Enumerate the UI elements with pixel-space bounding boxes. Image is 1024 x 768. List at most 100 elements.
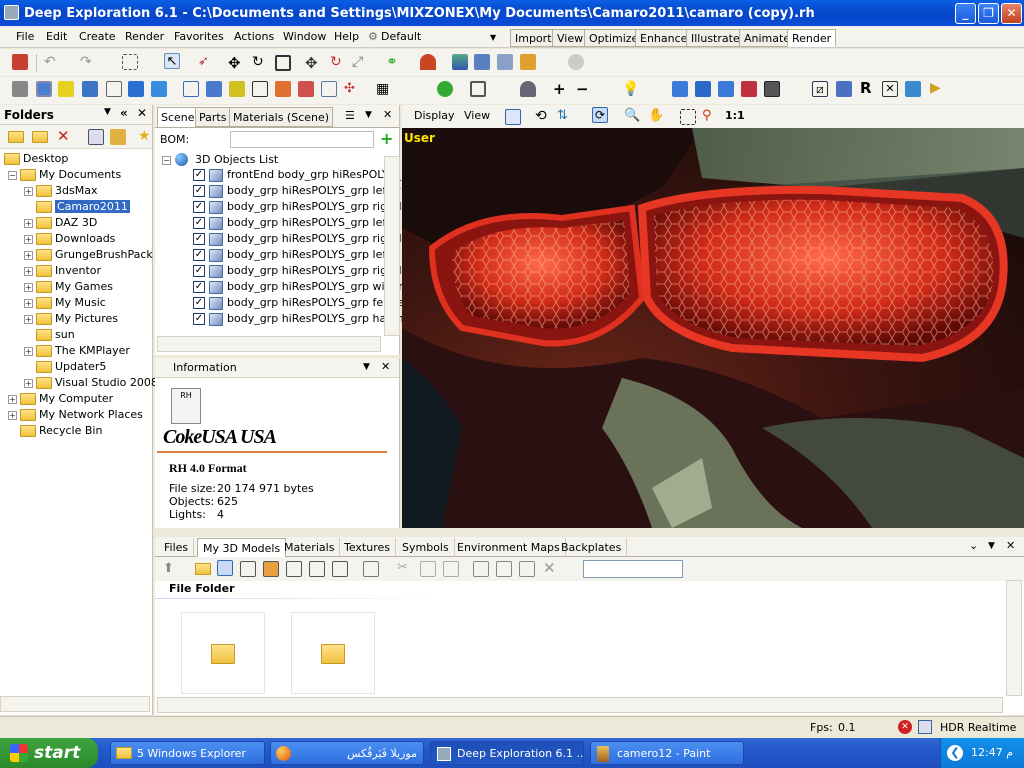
collapse-tree-icon[interactable]: − [162,156,171,165]
zoom-icon[interactable]: 🔍 [624,108,640,124]
visibility-checkbox[interactable]: ✓ [193,249,205,261]
rotate-icon[interactable]: ↻ [252,54,268,70]
library-search-input[interactable] [583,560,683,578]
rotate-pivot-icon[interactable]: ↻ [330,54,346,70]
tree-item[interactable]: + Visual Studio 2008 [24,375,158,391]
tree-item[interactable]: + DAZ 3D [24,215,97,231]
redo-icon[interactable]: ↷ [80,54,96,70]
tab-textures[interactable]: Textures [339,538,396,557]
expand-icon[interactable]: − [8,171,17,180]
visibility-checkbox[interactable]: ✓ [193,201,205,213]
list-icon[interactable]: ☰ [345,109,355,122]
tab-my-3d-models[interactable]: My 3D Models [197,538,287,557]
wireframe-cube-icon[interactable] [252,81,268,97]
log-icon[interactable] [918,720,932,734]
record-icon[interactable] [568,54,584,70]
visibility-checkbox[interactable]: ✓ [193,233,205,245]
chevron-down-icon[interactable]: ▼ [490,33,496,42]
bom-select[interactable] [230,131,374,148]
chevron-down-icon[interactable]: ▼ [988,541,995,551]
move-icon[interactable]: ✥ [228,54,244,72]
tree-item[interactable]: + Inventor [24,263,101,279]
menu-favorites[interactable]: Favorites [174,30,224,43]
close-panel-icon[interactable]: ✕ [137,106,147,120]
menu-create[interactable]: Create [79,30,116,43]
package-icon[interactable] [520,54,536,70]
render-mode[interactable]: HDR Realtime [940,721,1016,734]
tree-item[interactable]: + My Computer [8,391,113,407]
scale-pivot-icon[interactable]: ⤢ [352,54,368,70]
pan-icon[interactable]: ➶ [198,54,214,70]
tree-item[interactable]: + Downloads [24,231,115,247]
tab-files[interactable]: Files [159,538,195,557]
display-menu[interactable]: Display [414,109,455,122]
pin-icon[interactable]: ▼ [104,107,111,117]
close-panel-icon[interactable]: ✕ [383,108,392,121]
new-scene-icon[interactable] [12,54,28,70]
book-icon[interactable] [474,54,490,70]
cube-front-icon[interactable] [672,81,688,97]
orbit-icon[interactable]: ⟲ [535,108,551,124]
tab-backplates[interactable]: Backplates [556,538,628,557]
view-menu[interactable]: View [464,109,490,122]
light-icon[interactable] [420,54,436,70]
library-icon[interactable] [497,54,513,70]
menu-help[interactable]: Help [334,30,359,43]
task-firefox[interactable]: موزيلا فَيَرفُكس [270,741,424,765]
zoom-region-icon[interactable] [680,109,696,125]
tab-materials[interactable]: Materials [279,538,341,557]
cube-side-icon[interactable] [695,81,711,97]
expand-icon[interactable]: + [24,219,33,228]
blue-cube-icon[interactable] [82,81,98,97]
tree-item[interactable]: +3dsMax [24,183,97,199]
visibility-checkbox[interactable]: ✓ [193,265,205,277]
large-icons-icon[interactable] [217,560,233,576]
chevron-down-icon[interactable]: ▼ [363,362,370,372]
close-panel-icon[interactable]: ✕ [1006,539,1015,552]
tree-item[interactable]: + My Pictures [24,311,118,327]
orange-cube-icon[interactable] [275,81,291,97]
zoom-ratio[interactable]: 1:1 [725,109,745,122]
small-icons-icon[interactable] [263,561,279,577]
scene-hscroll[interactable] [157,336,381,352]
export-icon[interactable] [496,561,512,577]
tray-arrow-icon[interactable]: ❮ [947,745,963,761]
tree-item[interactable]: Recycle Bin [20,423,102,439]
vertices-icon[interactable]: ✣ [344,81,360,97]
new-folder-icon[interactable] [8,131,24,143]
select-region-icon[interactable] [122,54,138,70]
tree-item[interactable]: Camaro2011 [36,199,130,215]
expand-icon[interactable]: + [24,379,33,388]
properties-icon[interactable] [88,129,104,145]
task-windows-explorer[interactable]: 5 Windows Explorer [110,741,265,765]
tree-item[interactable]: + GrungeBrushPack [24,247,153,263]
visibility-checkbox[interactable]: ✓ [193,185,205,197]
folder-tile[interactable] [181,612,265,694]
library-vscroll[interactable] [1006,580,1022,696]
tree-item[interactable]: Desktop [4,151,68,167]
task-deep-exploration[interactable]: Deep Exploration 6.1 ... [430,741,584,765]
collapse-icon[interactable]: « [120,106,128,120]
grid-icon[interactable]: ▦ [376,81,392,97]
error-icon[interactable]: ✕ [898,720,912,734]
shaded-cube-icon[interactable] [36,81,52,97]
undo-icon[interactable]: ↶ [44,54,60,70]
expand-icon[interactable]: + [24,187,33,196]
tab-parts[interactable]: Parts [195,107,231,127]
select-arrow-icon[interactable]: ↖ [164,53,180,69]
tree-item[interactable]: + My Music [24,295,106,311]
maximize-button[interactable]: ❐ [978,3,999,24]
app-icon[interactable] [4,5,19,20]
clock[interactable]: 12:47 م [971,746,1013,759]
tree-item[interactable]: − My Documents [8,167,121,183]
dotted-cube-icon[interactable] [229,81,245,97]
tab-symbols[interactable]: Symbols [397,538,455,557]
plus-icon[interactable]: + [553,80,569,98]
task-paint[interactable]: camero12 - Paint [590,741,744,765]
start-button[interactable]: start [0,738,98,768]
workspace-select[interactable]: Default [381,30,421,43]
bowl-icon[interactable] [520,81,536,97]
render-viewport[interactable]: User [402,128,1024,528]
tree-item[interactable]: sun [36,327,75,343]
visibility-checkbox[interactable]: ✓ [193,313,205,325]
